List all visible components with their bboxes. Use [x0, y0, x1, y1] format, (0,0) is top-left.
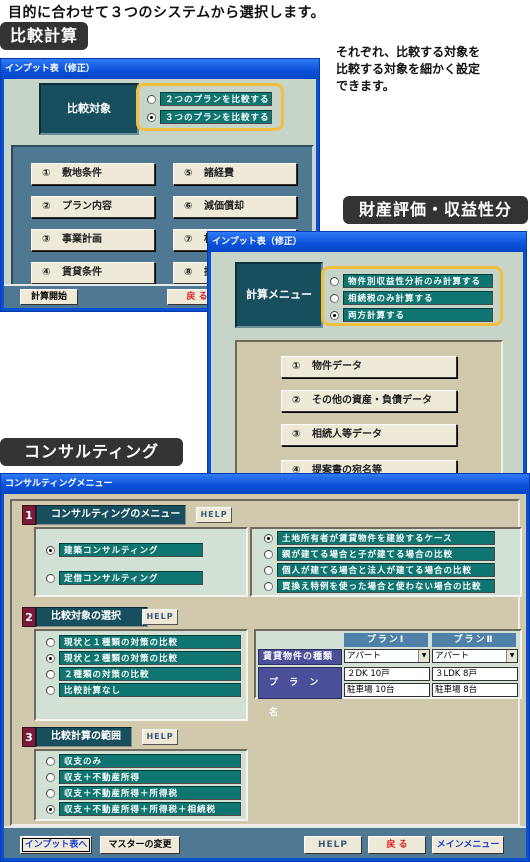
radio-icon[interactable] — [46, 545, 55, 555]
window-client: 1 コンサルティングのメニュー HELP 建築コンサルティング 定借コンサルティ… — [4, 494, 526, 858]
option-current-vs-2[interactable]: 現状と２種類の対策の比較 — [46, 651, 241, 665]
window-title: インプット表（修正） — [1, 59, 319, 79]
radio-icon[interactable] — [264, 549, 273, 559]
description-line: できます。 — [336, 79, 395, 93]
option-inheritance-only[interactable]: 相続税のみ計算する — [330, 291, 493, 305]
option-both[interactable]: 両方計算する — [330, 308, 493, 322]
window-consulting: コンサルティングメニュー 1 コンサルティングのメニュー HELP 建築コンサル… — [0, 473, 530, 862]
section-1-header: 1 コンサルティングのメニュー — [22, 505, 186, 525]
option-no-comparison[interactable]: 比較計算なし — [46, 683, 241, 697]
option-current-vs-1[interactable]: 現状と１種類の対策の比較 — [46, 635, 241, 649]
button-plan-content[interactable]: ② プラン内容 — [31, 196, 155, 218]
option-two-plans[interactable]: ２つのプランを比較する — [147, 92, 272, 106]
radio-icon[interactable] — [147, 94, 156, 104]
plan-grid: プランⅠ プランⅡ 賃貸物件の種類 プ ラ ン 名 アパート ▼ アパート ▼ ２D… — [254, 629, 522, 718]
plan-name-input[interactable]: 駐車場 8台 — [432, 683, 518, 697]
window-footer: インプット表へ マスターの変更 HELP 戻 る メインメニュー — [4, 826, 526, 858]
window-client: 計算メニュー 物件別収益性分析のみ計算する 相続税のみ計算する 両方計算する ①… — [211, 252, 523, 500]
radio-icon[interactable] — [264, 565, 273, 575]
input-table-button[interactable]: インプット表へ — [20, 836, 92, 854]
button-heirs-data[interactable]: ③ 相続人等データ — [281, 424, 457, 446]
section-1-right-options: 土地所有者が賃貸物件を建設するケース 親が建てる場合と子が建てる場合の比較 個人… — [250, 527, 522, 597]
radio-icon[interactable] — [264, 533, 273, 543]
label-asset: 財産評価・収益性分析 — [343, 196, 528, 243]
radio-icon[interactable] — [330, 293, 339, 303]
dropdown-arrow-icon[interactable]: ▼ — [506, 650, 517, 662]
window-asset: インプット表（修正） 計算メニュー 物件別収益性分析のみ計算する 相続税のみ計算… — [207, 231, 527, 500]
radio-icon[interactable] — [46, 573, 55, 583]
button-other-assets[interactable]: ② その他の資産・負債データ — [281, 390, 457, 412]
description: それぞれ、比較する対象を 比較する対象を細かく設定 できます。 — [336, 44, 480, 95]
section-3-header: 3 比較計算の範囲 — [22, 727, 132, 747]
calc-menu-label: 計算メニュー — [235, 262, 323, 328]
label-comparison: 比較計算 — [0, 22, 89, 50]
option-profitability-only[interactable]: 物件別収益性分析のみ計算する — [330, 274, 493, 288]
section-2-help-button[interactable]: HELP — [142, 609, 178, 625]
description-line: 比較する対象を細かく設定 — [336, 62, 481, 76]
plan-name-input[interactable]: ２DK 10戸 — [344, 667, 430, 681]
headline: 目的に合わせて３つのシステムから選択します。 — [8, 5, 326, 21]
radio-icon[interactable] — [46, 669, 55, 679]
option-all-taxes[interactable]: 収支＋不動産所得＋所得税＋相続税 — [46, 802, 241, 816]
radio-icon[interactable] — [46, 772, 55, 782]
type-select[interactable]: アパート ▼ — [344, 649, 430, 663]
section-3-options: 収支のみ 収支＋不動産所得 収支＋不動産所得＋所得税 収支＋不動産所得＋所得税＋… — [34, 749, 248, 821]
column-header: プランⅡ — [432, 633, 516, 647]
option-individual-corporate[interactable]: 個人が建てる場合と法人が建てる場合の比較 — [264, 563, 495, 577]
options-frame: 物件別収益性分析のみ計算する 相続税のみ計算する 両方計算する — [321, 266, 503, 326]
section-2-options: 現状と１種類の対策の比較 現状と２種類の対策の比較 ２種類の対策の比較 比較計算… — [34, 629, 248, 721]
section-2-header: 2 比較対象の選択 — [22, 607, 148, 627]
button-expenses[interactable]: ⑤ 諸経費 — [173, 163, 297, 185]
radio-icon[interactable] — [46, 804, 55, 814]
option-construction[interactable]: 建築コンサルティング — [46, 543, 203, 557]
option-income-only[interactable]: 収支のみ — [46, 754, 241, 768]
start-calc-button[interactable]: 計算開始 — [20, 289, 78, 305]
section-1-left-options: 建築コンサルティング 定借コンサルティング — [34, 527, 248, 597]
option-three-plans[interactable]: ３つのプランを比較する — [147, 110, 272, 124]
button-lease-conditions[interactable]: ④ 賃貸条件 — [31, 262, 155, 284]
radio-icon[interactable] — [147, 112, 156, 122]
button-property-data[interactable]: ① 物件データ — [281, 356, 457, 378]
back-button[interactable]: 戻 る — [368, 836, 426, 854]
radio-icon[interactable] — [46, 756, 55, 766]
window-title: インプット表（修正） — [208, 232, 526, 252]
row-label-type: 賃貸物件の種類 — [258, 649, 342, 665]
option-replacement-special[interactable]: 買換え特例を使った場合と使わない場合の比較 — [264, 579, 495, 593]
button-business-plan[interactable]: ③ 事業計画 — [31, 229, 155, 251]
description-line: それぞれ、比較する対象を — [336, 45, 481, 59]
column-header: プランⅠ — [344, 633, 428, 647]
window-title: コンサルティングメニュー — [1, 474, 529, 494]
radio-icon[interactable] — [46, 685, 55, 695]
row-label-plan-name: プ ラ ン 名 — [258, 667, 342, 718]
section-3-help-button[interactable]: HELP — [142, 729, 178, 745]
label-consulting: コンサルティング — [0, 438, 183, 466]
option-income-realestate[interactable]: 収支＋不動産所得 — [46, 770, 241, 784]
type-select[interactable]: アパート ▼ — [432, 649, 518, 663]
dropdown-arrow-icon[interactable]: ▼ — [418, 650, 429, 662]
section-1-help-button[interactable]: HELP — [196, 507, 232, 523]
radio-icon[interactable] — [46, 637, 55, 647]
plan-name-input[interactable]: 駐車場 10台 — [344, 683, 430, 697]
content-area: 1 コンサルティングのメニュー HELP 建築コンサルティング 定借コンサルティ… — [10, 499, 522, 826]
help-button[interactable]: HELP — [304, 836, 362, 854]
master-change-button[interactable]: マスターの変更 — [100, 836, 180, 854]
radio-icon[interactable] — [46, 788, 55, 798]
radio-icon[interactable] — [264, 581, 273, 591]
button-site-conditions[interactable]: ① 敷地条件 — [31, 163, 155, 185]
radio-icon[interactable] — [330, 276, 339, 286]
radio-icon[interactable] — [46, 653, 55, 663]
options-frame: ２つのプランを比較する ３つのプランを比較する — [136, 83, 284, 131]
option-landowner[interactable]: 土地所有者が賃貸物件を建設するケース — [264, 531, 495, 545]
option-parent-child[interactable]: 親が建てる場合と子が建てる場合の比較 — [264, 547, 495, 561]
button-depreciation[interactable]: ⑥ 減価償却 — [173, 196, 297, 218]
main-menu-button[interactable]: メインメニュー — [432, 836, 504, 854]
target-label: 比較対象 — [39, 83, 139, 135]
option-income-tax[interactable]: 収支＋不動産所得＋所得税 — [46, 786, 241, 800]
plan-name-input[interactable]: ３LDK 8戸 — [432, 667, 518, 681]
option-leasehold[interactable]: 定借コンサルティング — [46, 571, 203, 585]
radio-icon[interactable] — [330, 310, 339, 320]
option-two-measures[interactable]: ２種類の対策の比較 — [46, 667, 241, 681]
